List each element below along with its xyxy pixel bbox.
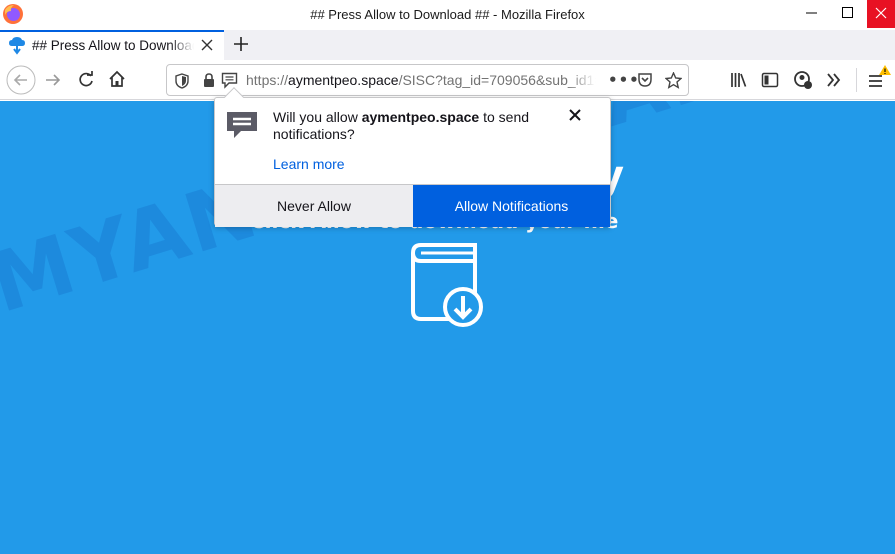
- library-icon[interactable]: [730, 71, 748, 89]
- url-prefix: https://: [246, 72, 289, 88]
- prompt-message-host: aymentpeo.space: [361, 109, 480, 125]
- close-icon: [875, 7, 887, 19]
- book-download-icon: [411, 243, 483, 327]
- toolbar-separator: [856, 68, 857, 92]
- notification-chat-icon: [227, 112, 257, 138]
- notification-permission-icon[interactable]: [221, 72, 238, 89]
- url-text[interactable]: https://aymentpeo.space/SISC?tag_id=7090…: [246, 72, 596, 88]
- lock-icon[interactable]: [203, 73, 215, 88]
- url-path: /SISC?tag_id=709056&sub_id1=: [398, 72, 596, 88]
- prompt-close-icon[interactable]: [569, 109, 581, 121]
- close-window-button[interactable]: [867, 0, 895, 28]
- prompt-buttons: Never Allow Allow Notifications: [215, 184, 610, 227]
- back-icon[interactable]: [6, 65, 36, 95]
- overflow-chevron-icon[interactable]: [826, 72, 842, 88]
- prompt-message-before: Will you allow: [273, 109, 362, 125]
- reload-icon[interactable]: [77, 71, 95, 89]
- pocket-icon[interactable]: [637, 72, 653, 88]
- notification-permission-prompt: Will you allow aymentpeo.space to send n…: [214, 87, 611, 227]
- bookmark-star-icon[interactable]: [665, 72, 682, 89]
- title-bar: ## Press Allow to Download ## - Mozilla …: [0, 0, 895, 30]
- learn-more-link[interactable]: Learn more: [273, 156, 345, 172]
- page-actions-more-icon[interactable]: •••: [608, 71, 640, 89]
- window-title: ## Press Allow to Download ## - Mozilla …: [310, 7, 585, 22]
- tab-close-icon[interactable]: [201, 39, 213, 51]
- minimize-button[interactable]: [795, 0, 831, 28]
- new-tab-icon[interactable]: [232, 35, 250, 53]
- tab-bar: ## Press Allow to Download ##: [0, 30, 895, 60]
- sidebar-icon[interactable]: [761, 71, 779, 89]
- never-allow-button[interactable]: Never Allow: [215, 185, 413, 227]
- maximize-button[interactable]: [831, 0, 867, 28]
- tab-title: ## Press Allow to Download ##: [32, 38, 194, 53]
- minimize-icon: [806, 12, 817, 14]
- prompt-message: Will you allow aymentpeo.space to send n…: [273, 109, 573, 143]
- maximize-icon: [842, 7, 853, 18]
- url-host: aymentpeo.space: [288, 72, 399, 88]
- nav-bar: https://aymentpeo.space/SISC?tag_id=7090…: [0, 60, 895, 100]
- allow-notifications-button[interactable]: Allow Notifications: [413, 185, 610, 227]
- tracking-shield-icon[interactable]: [175, 73, 189, 89]
- forward-icon[interactable]: [44, 71, 62, 89]
- home-icon[interactable]: [108, 70, 126, 88]
- download-cloud-icon: [9, 37, 25, 55]
- menu-hamburger-icon[interactable]: [866, 64, 892, 92]
- tab-active[interactable]: ## Press Allow to Download ##: [0, 30, 224, 60]
- url-bar[interactable]: https://aymentpeo.space/SISC?tag_id=7090…: [166, 64, 689, 96]
- account-icon[interactable]: [793, 70, 813, 90]
